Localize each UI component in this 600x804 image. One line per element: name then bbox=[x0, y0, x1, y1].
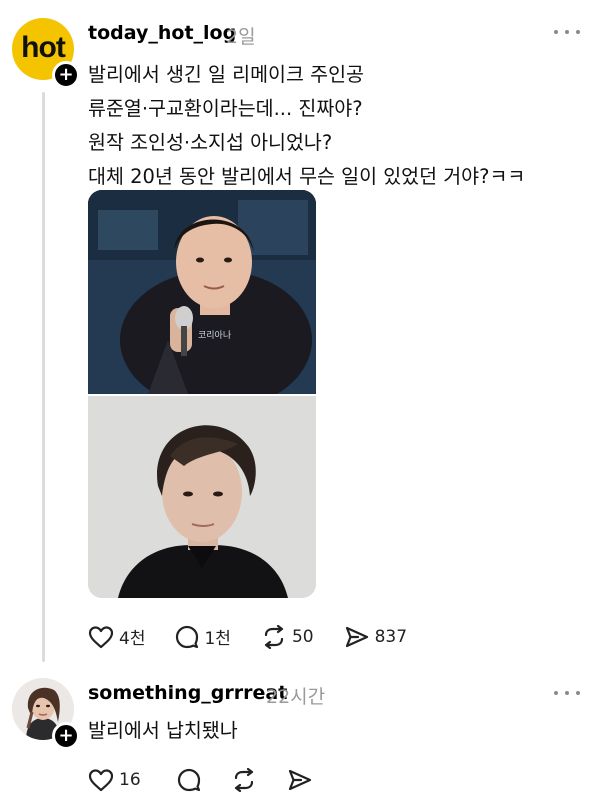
like-button[interactable]: 16 bbox=[88, 768, 141, 792]
comment-count: 1천 bbox=[204, 629, 231, 649]
send-icon bbox=[345, 626, 368, 647]
like-button[interactable]: 4천 bbox=[88, 624, 145, 649]
repost-icon bbox=[264, 624, 284, 649]
photo-top[interactable]: 코리아나 bbox=[88, 190, 316, 394]
post-text-line: 류준열·구교환이라는데... 진짜야? bbox=[88, 97, 363, 120]
heart-icon bbox=[88, 769, 114, 792]
more-options-icon[interactable] bbox=[554, 688, 580, 698]
comment-icon bbox=[177, 768, 200, 792]
reply-username[interactable]: something_grrreat bbox=[88, 682, 287, 704]
like-count: 16 bbox=[119, 770, 141, 790]
repost-button[interactable] bbox=[231, 768, 257, 792]
share-button[interactable] bbox=[287, 768, 313, 792]
heart-icon bbox=[88, 625, 114, 648]
repost-count: 50 bbox=[291, 626, 314, 647]
post-body: 발리에서 생긴 일 리메이크 주인공 류준열·구교환이라는데... 진짜야? 원… bbox=[88, 58, 588, 194]
reply-body: 발리에서 납치됐나 bbox=[88, 719, 238, 742]
more-options-icon[interactable] bbox=[554, 27, 580, 37]
repost-icon bbox=[234, 768, 253, 792]
repost-button[interactable]: 50 bbox=[261, 624, 314, 649]
svg-text:코리아나: 코리아나 bbox=[198, 330, 231, 341]
thread-line bbox=[42, 92, 45, 662]
reply-actions: 16 bbox=[88, 768, 343, 792]
comment-button[interactable]: 1천 bbox=[175, 624, 231, 649]
post-text-line: 대체 20년 동안 발리에서 무슨 일이 있었던 거야?ㅋㅋ bbox=[88, 165, 526, 188]
comment-icon bbox=[176, 625, 199, 648]
post-username[interactable]: today_hot_log bbox=[88, 22, 236, 44]
share-count: 837 bbox=[374, 626, 408, 647]
send-icon bbox=[288, 769, 311, 791]
post-text-line: 원작 조인성·소지섭 아니었나? bbox=[88, 131, 333, 154]
reply-timestamp: 22시간 bbox=[266, 686, 326, 708]
post-actions: 4천 1천 50 837 bbox=[88, 624, 437, 649]
share-button[interactable]: 837 bbox=[344, 625, 407, 649]
follow-plus-icon[interactable]: + bbox=[52, 61, 80, 89]
follow-plus-icon[interactable]: + bbox=[52, 722, 80, 750]
avatar-logo-text: hot bbox=[21, 31, 66, 64]
photo-bottom[interactable] bbox=[88, 396, 316, 598]
like-count: 4천 bbox=[119, 629, 146, 649]
post-media[interactable]: 코리아나 bbox=[88, 190, 316, 598]
comment-button[interactable] bbox=[177, 768, 201, 792]
post-timestamp: 2일 bbox=[226, 26, 256, 48]
post-text-line: 발리에서 생긴 일 리메이크 주인공 bbox=[88, 63, 364, 86]
